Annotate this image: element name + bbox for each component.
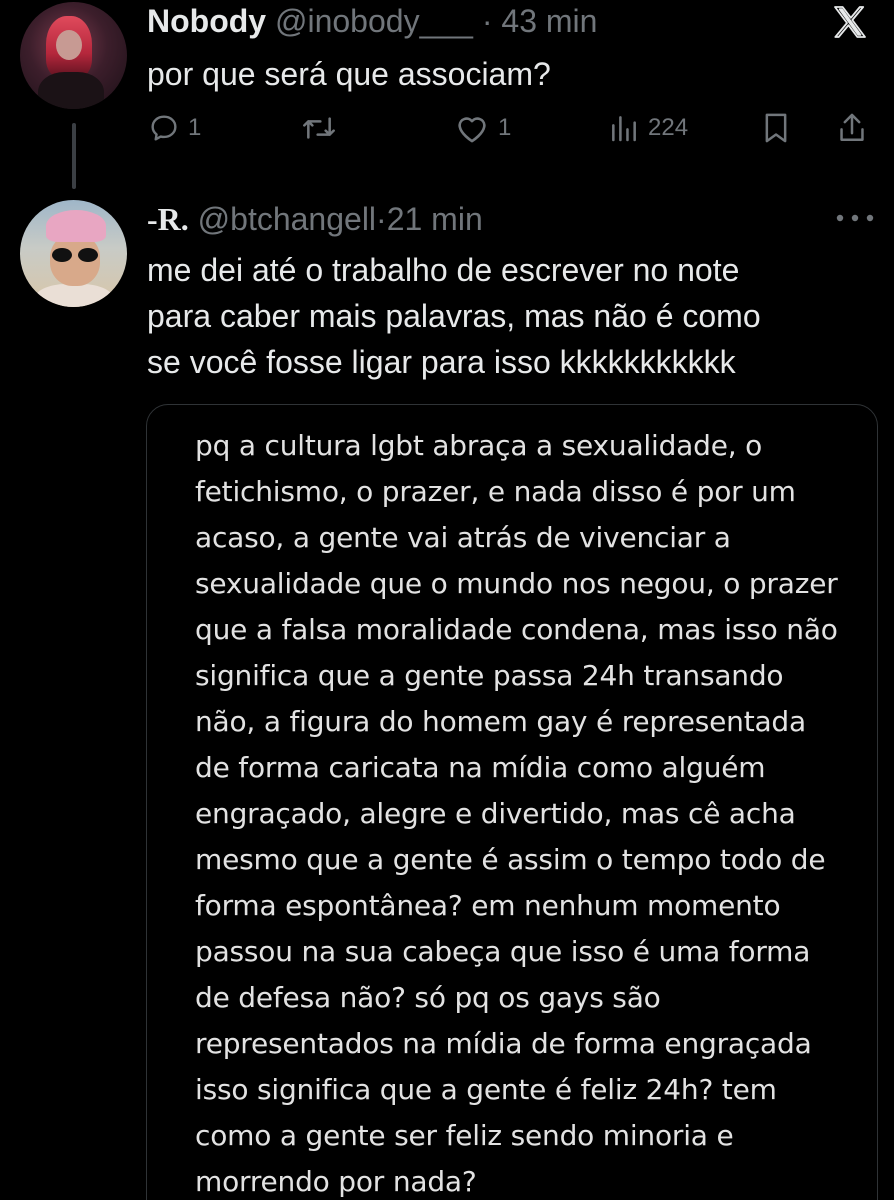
tweet2-text-line: para caber mais palavras, mas não é como	[147, 298, 761, 334]
note-line: que a falsa moralidade condena, mas isso…	[195, 613, 838, 646]
like-count: 1	[498, 114, 512, 141]
note-line: passou na sua cabeça que isso é uma form…	[195, 935, 811, 968]
note-line: pq a cultura lgbt abraça a sexualidade, …	[195, 429, 763, 462]
note-line: como a gente ser feliz sendo minoria e	[195, 1119, 734, 1152]
reply-icon	[151, 115, 177, 141]
heart-icon	[458, 117, 486, 143]
tweet1-author-handle[interactable]: @inobody___	[275, 3, 473, 39]
note-line: representados na mídia de forma engraçad…	[195, 1027, 812, 1060]
reply-count: 1	[188, 114, 202, 141]
like-button[interactable]: 1	[454, 108, 511, 148]
tweet1-separator: ·	[481, 3, 493, 39]
x-logo-icon[interactable]	[828, 2, 872, 42]
tweet1-timestamp[interactable]: 43 min	[501, 3, 597, 39]
note-line: de defesa não? só pq os gays são	[195, 981, 661, 1014]
reply-button[interactable]: 1	[148, 108, 201, 148]
views-count: 224	[648, 114, 689, 141]
note-line: acaso, a gente vai atrás de vivenciar a	[195, 521, 731, 554]
note-line: forma espontânea? em nenhum momento	[195, 889, 781, 922]
note-line: sexualidade que o mundo nos negou, o pra…	[195, 567, 838, 600]
avatar-r[interactable]	[20, 200, 127, 307]
note-line: significa que a gente passa 24h transand…	[195, 659, 784, 692]
more-icon[interactable]	[836, 214, 874, 222]
tweet2-author-handle[interactable]: @btchangell	[198, 201, 376, 237]
note-line: isso significa que a gente é feliz 24h? …	[195, 1073, 777, 1106]
tweet1-header: Nobody @inobody___ · 43 min	[147, 2, 597, 40]
note-line: fetichismo, o prazer, e nada disso é por…	[195, 475, 796, 508]
bookmark-icon	[765, 113, 787, 143]
bookmark-button[interactable]	[760, 108, 792, 148]
tweet1-action-bar: 1 1 224	[0, 108, 894, 148]
tweet2-text-line: me dei até o trabalho de escrever no not…	[147, 252, 740, 288]
tweet2-timestamp[interactable]: 21 min	[387, 201, 483, 237]
views-button[interactable]: 224	[608, 108, 688, 148]
note-line: morrendo por nada?	[195, 1165, 477, 1198]
tweet2-header: -R. @btchangell·21 min	[147, 200, 483, 238]
tweet2-separator: ·	[376, 201, 387, 237]
share-icon	[840, 113, 864, 142]
note-line: engraçado, alegre e divertido, mas cê ac…	[195, 797, 796, 830]
tweet2-author-name[interactable]: -R.	[147, 201, 189, 237]
avatar-nobody[interactable]	[20, 2, 127, 109]
tweet1-author-name[interactable]: Nobody	[147, 3, 266, 39]
retweet-button[interactable]	[300, 108, 346, 148]
tweet1-text: por que será que associam?	[147, 56, 551, 92]
note-line: de forma caricata na mídia como alguém	[195, 751, 766, 784]
views-icon	[612, 116, 636, 142]
share-button[interactable]	[836, 108, 868, 148]
note-line: mesmo que a gente é assim o tempo todo d…	[195, 843, 826, 876]
retweet-icon	[303, 117, 335, 139]
attached-note-image[interactable]: pq a cultura lgbt abraça a sexualidade, …	[146, 404, 878, 1200]
tweet2-text-line: se você fosse ligar para isso kkkkkkkkkk…	[147, 344, 736, 380]
tweet-thread-screen: Nobody @inobody___ · 43 min por que será…	[0, 0, 894, 1200]
note-line: não, a figura do homem gay é representad…	[195, 705, 806, 738]
